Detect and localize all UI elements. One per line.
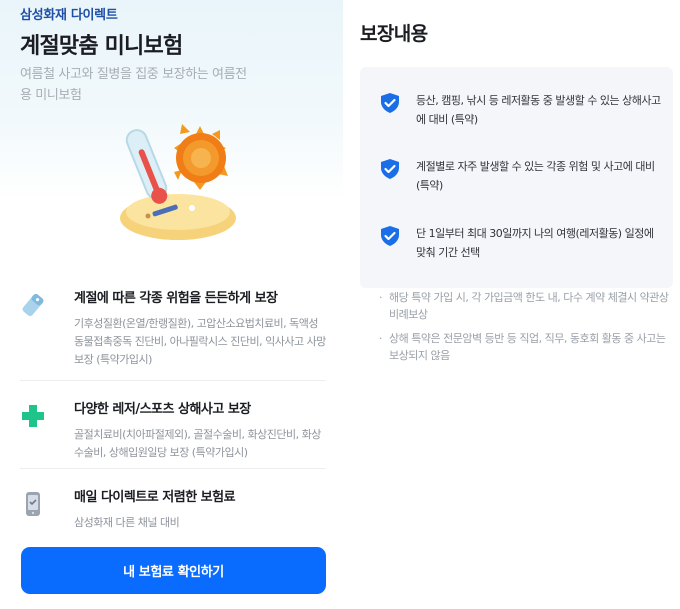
feature-description: 삼성화재 다른 채널 대비 — [74, 516, 180, 529]
feature-title: 매일 다이렉트로 저렴한 보험료 — [74, 490, 236, 505]
feature-item: 다양한 레저/스포츠 상해사고 보장 골절치료비(치아파절제외), 골절수술비,… — [20, 380, 326, 468]
note-item: · 해당 특약 가입 시, 각 가입금액 한도 내, 다수 계약 체결시 약관상… — [379, 289, 669, 323]
coverage-title: 보장내용 — [360, 23, 428, 45]
shield-check-icon — [381, 93, 399, 113]
shield-check-icon — [381, 159, 399, 179]
feature-list: 계절에 따른 각종 위험을 든든하게 보장 기후성질환(온열/한랭질환), 고압… — [20, 284, 326, 532]
note-item: · 상해 특약은 전문암벽 등반 등 직업, 직무, 동호회 활동 중 사고는 … — [379, 330, 669, 364]
coverage-notes: · 해당 특약 가입 시, 각 가입금액 한도 내, 다수 계약 체결시 약관상… — [379, 289, 669, 371]
note-text: 해당 특약 가입 시, 각 가입금액 한도 내, 다수 계약 체결시 약관상 비… — [389, 291, 669, 321]
bullet-icon: · — [379, 332, 383, 345]
coverage-item-text: 등산, 캠핑, 낚시 등 레저활동 중 발생할 수 있는 상해사고에 대비 (특… — [416, 94, 661, 126]
pill-tag-icon — [20, 284, 54, 368]
coverage-panel: 보장내용 등산, 캠핑, 낚시 등 레저활동 중 발생할 수 있는 상해사고에 … — [343, 0, 680, 609]
page-title: 계절맞춤 미니보험 — [20, 34, 183, 59]
feature-item: 매일 다이렉트로 저렴한 보험료 삼성화재 다른 채널 대비 — [20, 468, 326, 532]
bullet-icon: · — [379, 291, 383, 304]
summer-illustration — [120, 124, 236, 240]
shield-check-icon — [381, 226, 399, 246]
hero-subtitle: 여름철 사고와 질병을 집중 보장하는 여름전용 미니보험 — [20, 67, 247, 103]
mobile-phone-icon — [20, 483, 54, 520]
feature-title: 다양한 레저/스포츠 상해사고 보장 — [74, 402, 251, 417]
feature-description: 골절치료비(치아파절제외), 골절수술비, 화상진단비, 화상수술비, 상해입원… — [74, 428, 321, 459]
feature-description: 기후성질환(온열/한랭질환), 고압산소요법치료비, 독액성동물접촉중독 진단비… — [74, 317, 326, 366]
brand-label: 삼성화재 다이렉트 — [20, 8, 118, 23]
feature-item: 계절에 따른 각종 위험을 든든하게 보장 기후성질환(온열/한랭질환), 고압… — [20, 284, 326, 380]
coverage-item-text: 계절별로 자주 발생할 수 있는 각종 위험 및 사고에 대비 (특약) — [416, 160, 655, 192]
coverage-box: 등산, 캠핑, 낚시 등 레저활동 중 발생할 수 있는 상해사고에 대비 (특… — [360, 67, 673, 288]
product-intro-panel: 삼성화재 다이렉트 계절맞춤 미니보험 여름철 사고와 질병을 집중 보장하는 … — [0, 0, 343, 609]
feature-title: 계절에 따른 각종 위험을 든든하게 보장 — [74, 291, 278, 306]
medical-cross-icon — [20, 395, 54, 456]
coverage-item-text: 단 1일부터 최대 30일까지 나의 여행(레저활동) 일정에 맞춰 기간 선택 — [416, 227, 654, 259]
note-text: 상해 특약은 전문암벽 등반 등 직업, 직무, 동호회 활동 중 사고는 보상… — [389, 332, 666, 362]
check-premium-button[interactable]: 내 보험료 확인하기 — [21, 547, 326, 594]
